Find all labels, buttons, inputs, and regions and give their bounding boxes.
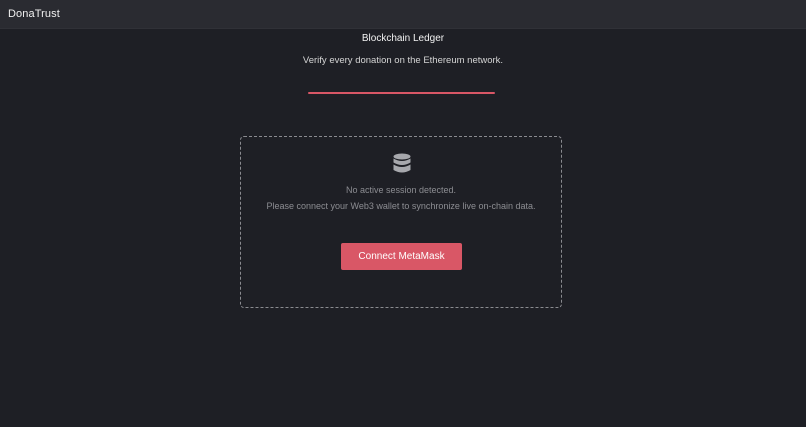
wallet-session-panel: No active session detected. Please conne… xyxy=(240,136,562,308)
connect-instruction-text: Please connect your Web3 wallet to synch… xyxy=(266,201,536,211)
top-navbar: DonaTrust xyxy=(0,0,806,29)
page-title: Blockchain Ledger xyxy=(361,33,445,44)
title-divider xyxy=(308,92,495,94)
page-subtitle: Verify every donation on the Ethereum ne… xyxy=(302,55,504,66)
session-status-text: No active session detected. xyxy=(345,185,457,195)
connect-metamask-button[interactable]: Connect MetaMask xyxy=(341,243,462,270)
brand-logo-text[interactable]: DonaTrust xyxy=(8,8,60,20)
database-icon xyxy=(393,153,411,174)
